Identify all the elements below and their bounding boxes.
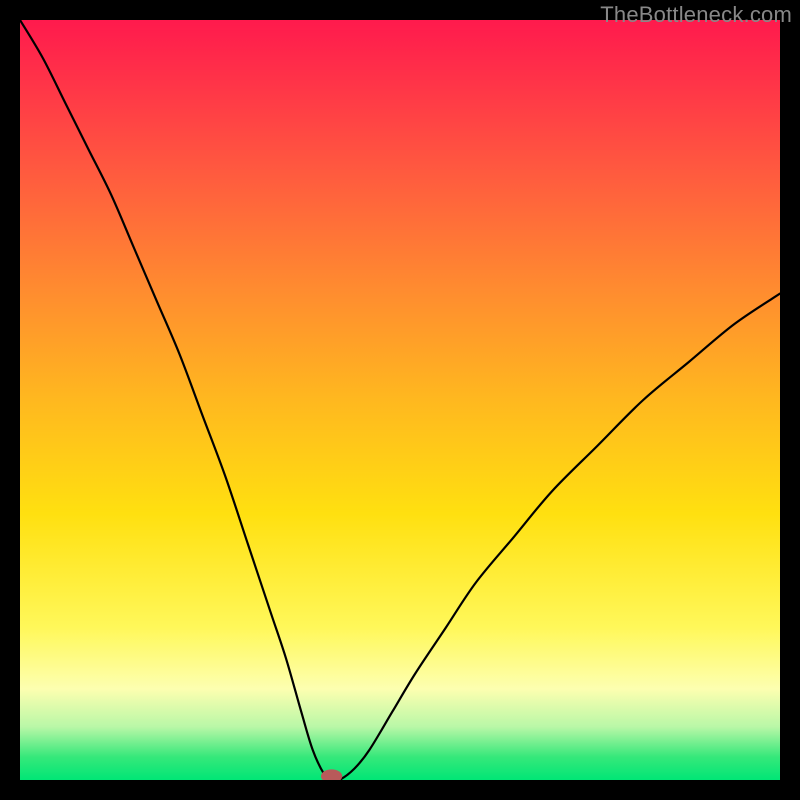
chart-svg bbox=[20, 20, 780, 780]
chart-frame: TheBottleneck.com bbox=[0, 0, 800, 800]
chart-plot-area bbox=[20, 20, 780, 780]
bottleneck-curve bbox=[20, 20, 780, 780]
optimal-point-marker bbox=[321, 769, 342, 780]
watermark-text: TheBottleneck.com bbox=[600, 2, 792, 28]
